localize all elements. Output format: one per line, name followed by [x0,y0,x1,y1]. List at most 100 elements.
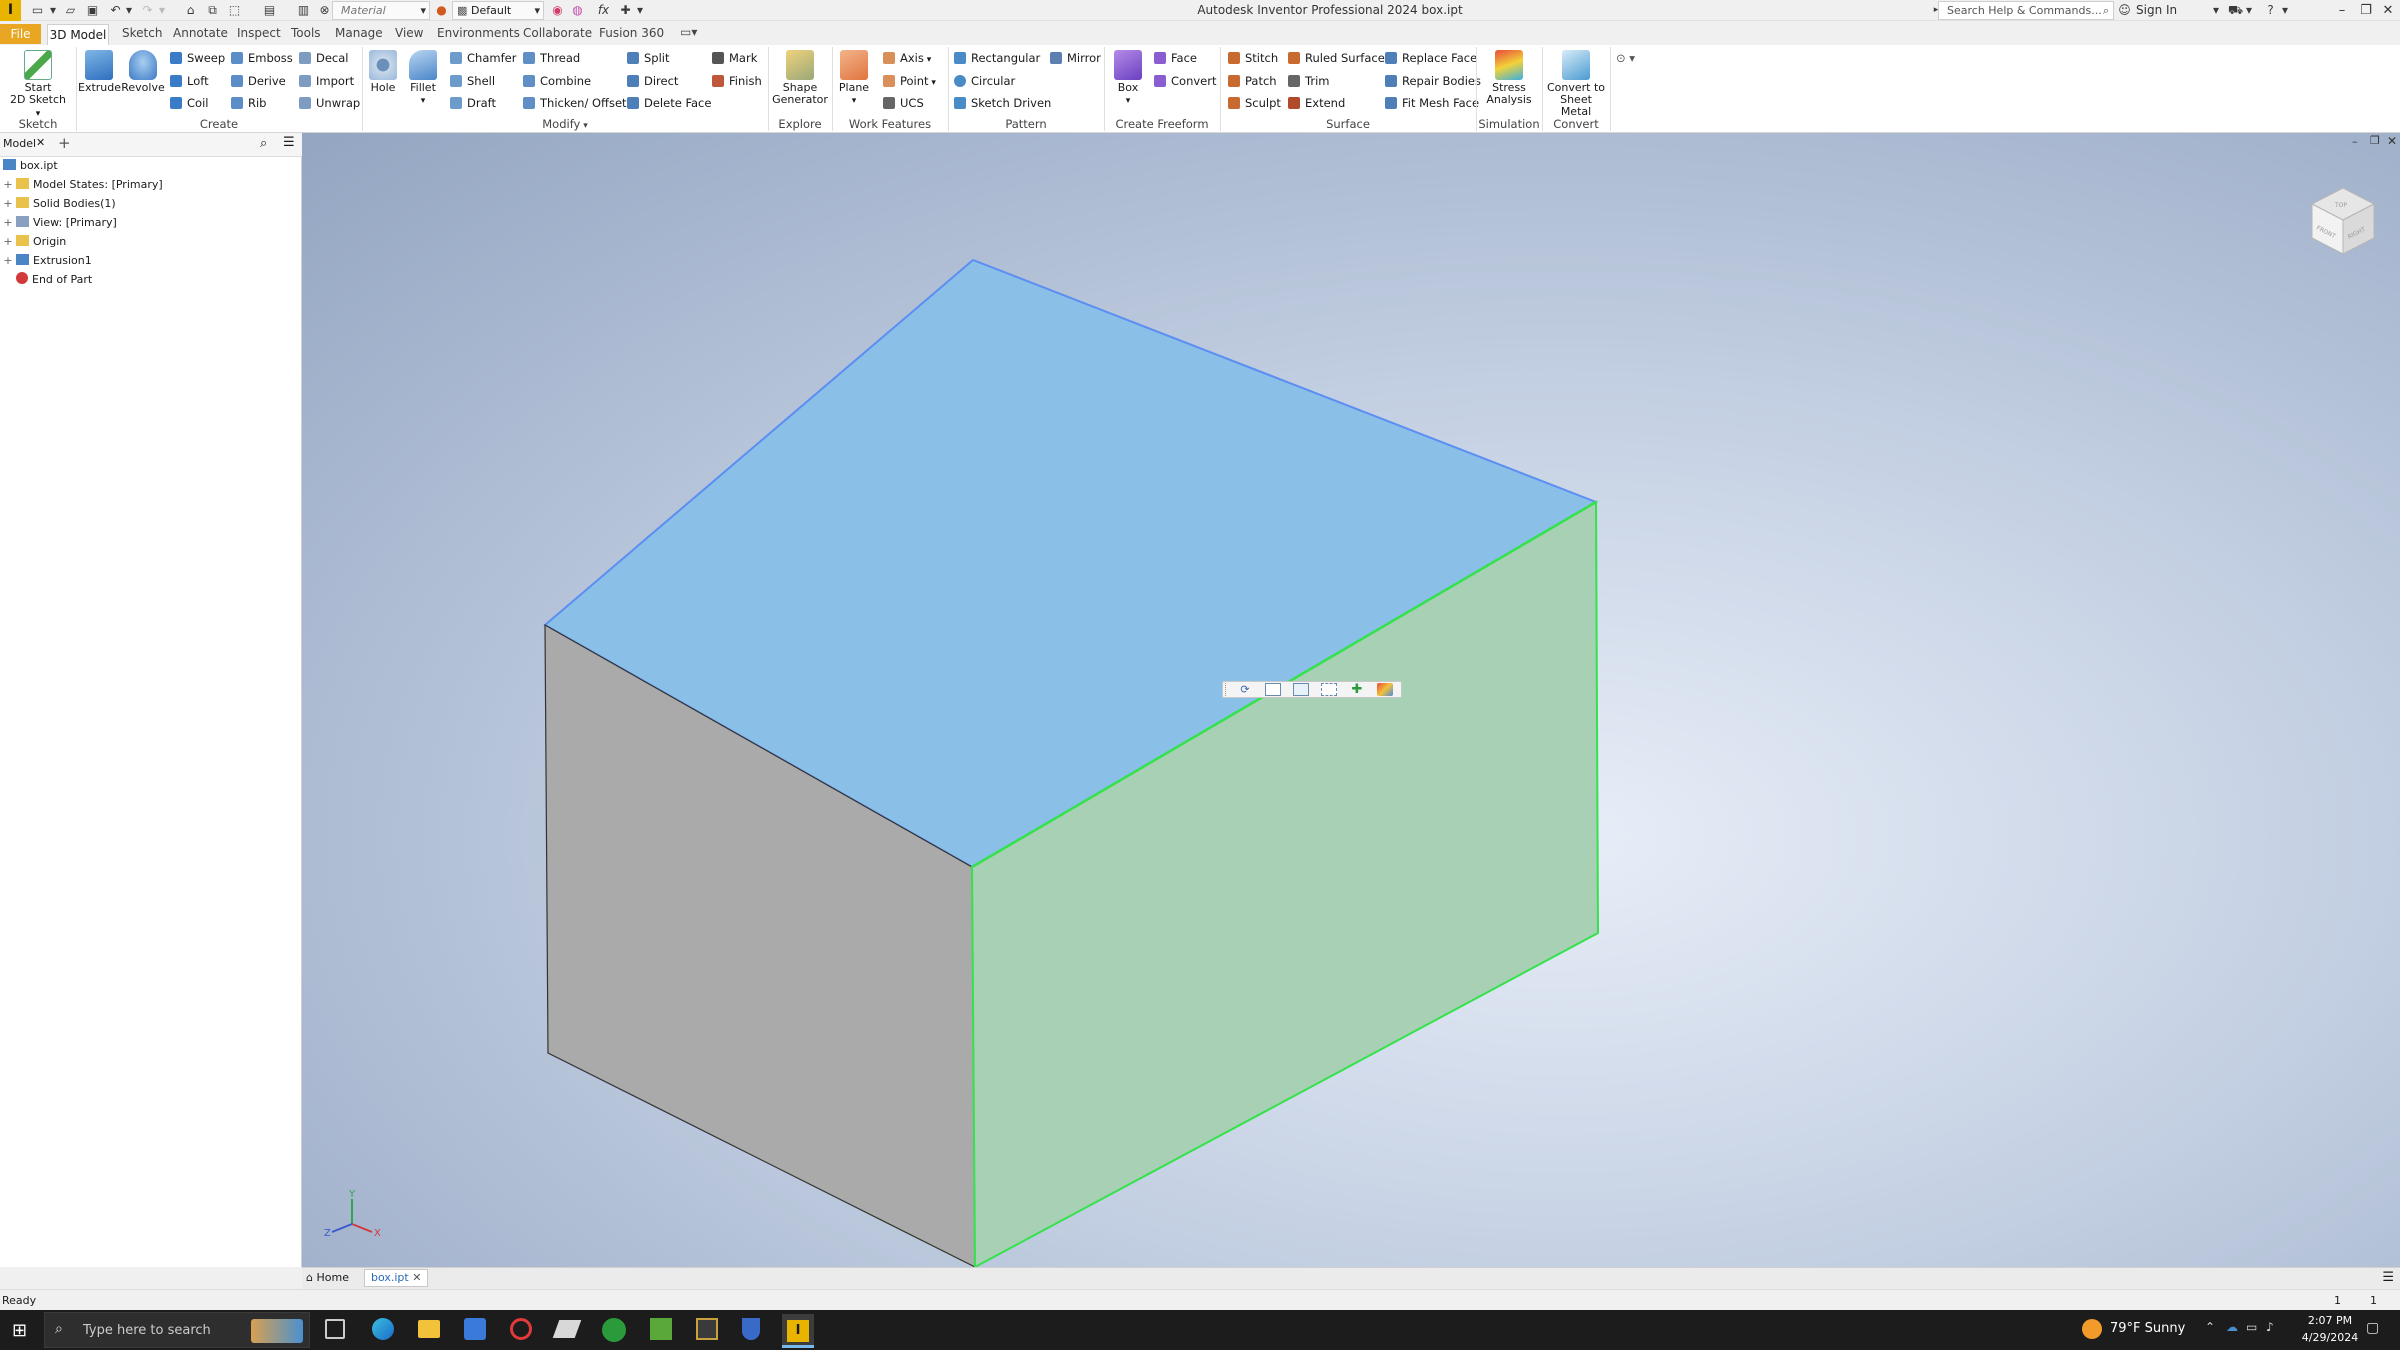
tree-item-view[interactable]: + View: [Primary] [0,214,117,232]
tab-environments[interactable]: Environments [437,26,520,40]
adjust-icon[interactable]: ◉ [550,3,565,18]
tree-item-origin[interactable]: + Origin [0,233,66,251]
extend-button[interactable]: Extend [1288,95,1345,111]
help-dropdown-icon[interactable]: ▾ [2281,3,2289,18]
material-select[interactable]: Material ▾ [332,1,430,20]
help-icon[interactable]: ? [2263,3,2278,18]
patch-button[interactable]: Patch [1228,73,1277,89]
add-icon[interactable]: ✚ [618,3,633,18]
expand-icon[interactable]: + [3,233,13,251]
menu-icon[interactable]: ☰ [283,135,295,150]
tree-item-model-states[interactable]: + Model States: [Primary] [0,176,163,194]
derive-button[interactable]: Derive [231,73,286,89]
undo-icon[interactable]: ↶ [108,3,123,18]
fit-mesh-face-button[interactable]: Fit Mesh Face [1385,95,1479,111]
thicken-offset-button[interactable]: Thicken/ Offset [523,95,627,111]
freeform-convert-button[interactable]: Convert [1154,73,1216,89]
close-icon[interactable]: ✕ [2387,134,2397,148]
point-button[interactable]: Point ▾ [883,73,936,89]
loft-button[interactable]: Loft [170,73,209,89]
stress-analysis-button[interactable]: Stress Analysis [1478,50,1540,106]
add-tab-icon[interactable]: + [58,134,71,152]
return-icon[interactable]: ⧉ [205,3,220,18]
xbox-icon[interactable] [602,1318,626,1342]
restore-icon[interactable]: ❐ [2370,134,2380,147]
ribbon-customize-icon[interactable]: ⊙ ▾ [1616,50,1635,66]
freeform-face-button[interactable]: Face [1154,50,1197,66]
windows-start-icon[interactable]: ⊞ [12,1320,27,1341]
cart-dropdown-icon[interactable]: ▾ [2245,3,2253,18]
home-tab[interactable]: ⌂ Home [306,1271,349,1284]
tab-file[interactable]: File [0,24,41,44]
direct-button[interactable]: Direct [627,73,678,89]
tab-view[interactable]: View [395,26,423,40]
show-hidden-icons-icon[interactable]: ⌃ [2205,1320,2215,1334]
draft-button[interactable]: Draft [450,95,496,111]
minecraft-icon[interactable] [650,1318,672,1340]
circular-pattern-button[interactable]: Circular [954,73,1015,89]
restore-icon[interactable]: ❐ [2354,1,2378,20]
drag-handle-icon[interactable] [1225,683,1228,696]
rib-button[interactable]: Rib [231,95,267,111]
close-icon[interactable]: ✕ [36,136,45,149]
tab-annotate[interactable]: Annotate [173,26,228,40]
tab-manage[interactable]: Manage [335,26,383,40]
sweep-button[interactable]: Sweep [170,50,225,66]
close-icon[interactable]: ✕ [2376,1,2400,20]
doc-tab-box-ipt[interactable]: box.ipt ✕ [364,1269,429,1287]
minimize-icon[interactable]: – [2352,135,2358,148]
network-icon[interactable]: ▭ [2246,1320,2257,1334]
measure-icon[interactable]: ▥ [296,3,311,18]
tree-item-end-of-part[interactable]: + End of Part [0,271,92,289]
parameters-icon[interactable]: fx [596,3,611,18]
weather-text[interactable]: 79°F Sunny [2110,1321,2185,1336]
emboss-button[interactable]: Emboss [231,50,293,66]
ribbon-options-icon[interactable]: ▭▾ [680,25,697,39]
group-label-modify[interactable]: Modify ▾ [362,117,768,131]
notifications-icon[interactable]: ▢ [2366,1320,2379,1336]
search-icon[interactable]: ⌕ [260,136,267,151]
home-icon[interactable]: ⌂ [183,3,198,18]
open-file-icon[interactable]: ▱ [63,3,78,18]
tab-fusion-360[interactable]: Fusion 360 [599,26,664,40]
clock-date[interactable]: 4/29/2024 [2298,1331,2362,1344]
chamfer-button[interactable]: Chamfer [450,50,516,66]
rotate-icon[interactable]: ⟳ [1237,683,1253,696]
taskbar-search-box[interactable]: ⌕ Type here to search [44,1312,310,1348]
tab-inspect[interactable]: Inspect [237,26,281,40]
edge-browser-icon[interactable] [372,1318,394,1340]
redo-dropdown-icon[interactable]: ▾ [158,3,166,18]
sign-in-dropdown-icon[interactable]: ▾ [2212,3,2220,18]
appearance-select[interactable]: ▩ Default ▾ [452,1,544,20]
task-view-icon[interactable] [325,1319,345,1339]
combine-button[interactable]: Combine [523,73,591,89]
tree-item-box-ipt[interactable]: box.ipt [0,157,58,175]
trim-button[interactable]: Trim [1288,73,1329,89]
tab-collaborate[interactable]: Collaborate [523,26,592,40]
clock-time[interactable]: 2:07 PM [2298,1314,2362,1327]
tab-3d-model[interactable]: 3D Model [47,24,109,45]
help-search-input[interactable]: Search Help & Commands... ⌕ [1938,1,2114,20]
hole-button[interactable]: Hole [364,50,402,94]
new-dropdown-icon[interactable]: ▾ [49,3,57,18]
material-icon[interactable]: ⊗ [317,3,332,18]
inventor-logo-icon[interactable]: I [0,0,21,21]
decal-button[interactable]: Decal [299,50,349,66]
viewcube[interactable]: TOP FRONT RIGHT [2310,187,2376,255]
freeform-box-button[interactable]: Box ▾ [1108,50,1148,107]
extrude-button[interactable]: Extrude [78,50,121,94]
volume-icon[interactable]: ♪ [2266,1320,2274,1334]
save-icon[interactable]: ▣ [85,3,100,18]
close-icon[interactable]: ✕ [409,1271,421,1284]
undo-dropdown-icon[interactable]: ▾ [125,3,133,18]
new-file-icon[interactable]: ▭ [30,3,45,18]
ucs-button[interactable]: UCS [883,95,924,111]
stitch-button[interactable]: Stitch [1228,50,1278,66]
finish-button[interactable]: Finish [712,73,762,89]
import-button[interactable]: Import [299,73,354,89]
offset-face-icon[interactable] [1321,683,1337,696]
start-2d-sketch-button[interactable]: Start 2D Sketch ▾ [8,50,68,120]
repair-bodies-button[interactable]: Repair Bodies [1385,73,1481,89]
ruled-surface-button[interactable]: Ruled Surface [1288,50,1385,66]
expand-icon[interactable]: + [3,176,13,194]
